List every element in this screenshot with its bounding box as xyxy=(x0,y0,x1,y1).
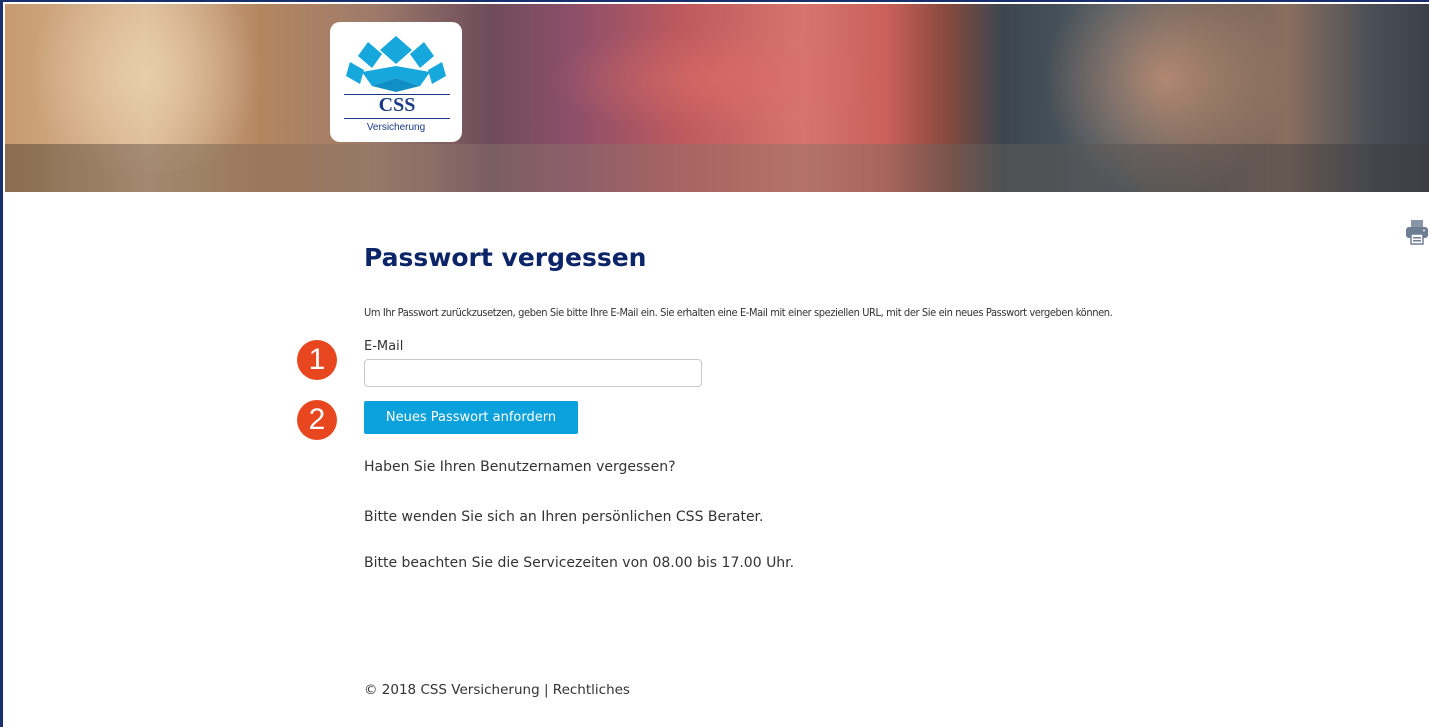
service-hours-text: Bitte beachten Sie die Servicezeiten von… xyxy=(364,555,795,571)
footer-separator: | xyxy=(543,682,549,698)
contact-advisor-text: Bitte wenden Sie sich an Ihren persönlic… xyxy=(364,509,764,525)
email-field[interactable] xyxy=(364,359,702,387)
css-logo-icon xyxy=(346,36,446,92)
css-logo[interactable]: CSS Versicherung xyxy=(330,22,462,142)
request-new-password-button[interactable]: Neues Passwort anfordern xyxy=(364,401,578,434)
annotation-badge-2: 2 xyxy=(297,400,337,440)
username-question-text: Haben Sie Ihren Benutzernamen vergessen? xyxy=(364,459,676,475)
footer-copyright: © 2018 CSS Versicherung xyxy=(364,682,540,698)
logo-line-bottom xyxy=(344,118,450,119)
annotation-badge-1: 1 xyxy=(297,340,337,380)
legal-link[interactable]: Rechtliches xyxy=(553,682,630,698)
intro-text: Um Ihr Passwort zurückzusetzen, geben Si… xyxy=(364,306,1113,319)
footer: © 2018 CSS Versicherung | Rechtliches xyxy=(364,682,630,698)
logo-subtext: Versicherung xyxy=(366,122,426,133)
hero-banner-image xyxy=(5,4,1429,192)
printer-icon[interactable] xyxy=(1405,219,1429,245)
email-label: E-Mail xyxy=(364,339,404,354)
page-title: Passwort vergessen xyxy=(364,243,647,272)
logo-text: CSS xyxy=(378,94,416,116)
